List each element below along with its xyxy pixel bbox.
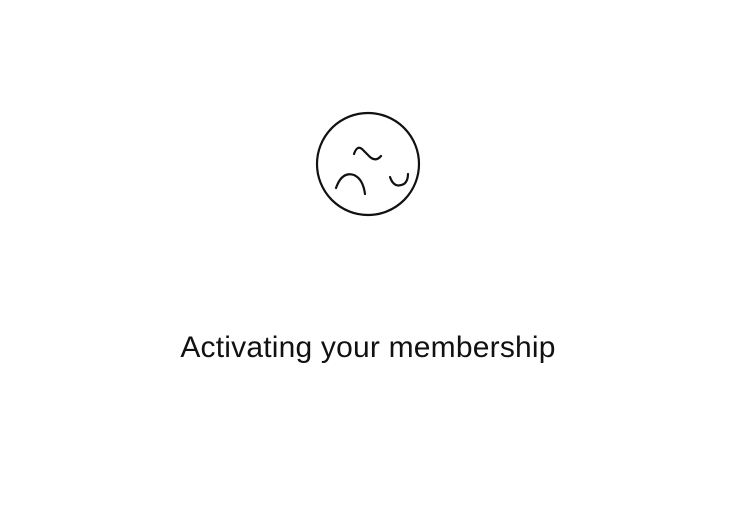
loading-screen: Activating your membership [0,0,736,517]
membership-logo-icon [314,110,422,218]
status-message: Activating your membership [180,331,556,364]
